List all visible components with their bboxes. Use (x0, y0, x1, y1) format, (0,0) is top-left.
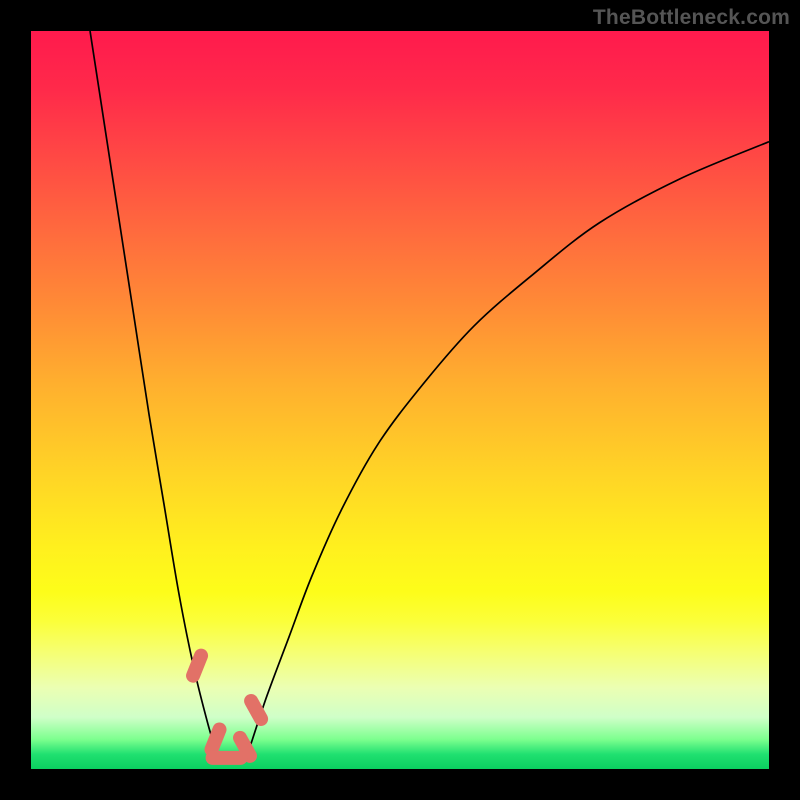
marker-right-upper (251, 701, 261, 719)
marker-left-lower (212, 729, 220, 749)
chart-frame: TheBottleneck.com (0, 0, 800, 800)
plot-area (31, 31, 769, 769)
marker-left-upper (193, 656, 201, 676)
watermark-text: TheBottleneck.com (593, 6, 790, 30)
curve-svg (31, 31, 769, 769)
curve-right-path (245, 142, 769, 762)
